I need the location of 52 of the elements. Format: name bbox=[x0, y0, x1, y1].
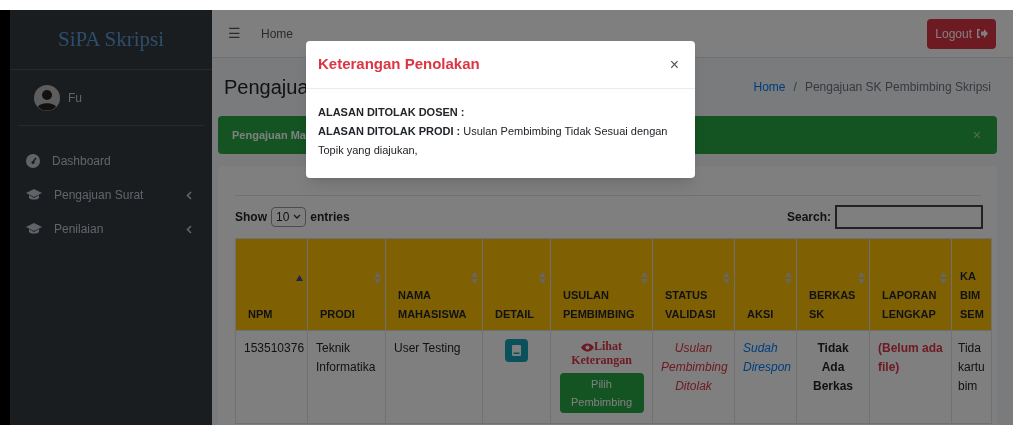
modal-text: ALASAN DITOLAK PRODI : Usulan Pembimbing Tidak Sesuai dengan Topik yang diajukan, bbox=[318, 124, 669, 158]
book-icon bbox=[512, 345, 521, 356]
column-header[interactable]: STATUS VALIDASI bbox=[652, 238, 735, 331]
home-link[interactable]: Home bbox=[261, 24, 293, 43]
modal-title: Keterangan Penolakan bbox=[318, 54, 480, 75]
logout-button[interactable]: Logout bbox=[927, 18, 996, 49]
sidebar-item[interactable]: Penilaian bbox=[26, 212, 196, 246]
eye-icon bbox=[581, 342, 594, 352]
modal-text: ALASAN DITOLAK DOSEN : bbox=[318, 105, 466, 120]
column-header[interactable]: USULAN PEMBIMBING bbox=[550, 238, 653, 331]
column-header[interactable]: LAPORAN LENGKAP bbox=[869, 238, 952, 331]
choose-supervisor-button[interactable]: Pilih Pembimbing bbox=[559, 373, 644, 413]
graduation-cap-icon bbox=[26, 189, 42, 201]
breadcrumb-current: Pengajuan SK Pembimbing Skripsi bbox=[804, 79, 991, 96]
close-button[interactable]: × bbox=[972, 124, 981, 146]
page-size-select[interactable]: 10 bbox=[271, 207, 307, 227]
column-header[interactable]: NPM bbox=[235, 238, 308, 331]
dashboard-gauge-icon bbox=[26, 154, 40, 168]
menu-icon[interactable]: ☰ bbox=[228, 23, 241, 44]
user-name[interactable]: Fu bbox=[68, 88, 82, 107]
table-cell-text: Tida kartu bim bbox=[958, 340, 986, 395]
column-header[interactable]: PRODI bbox=[307, 238, 386, 331]
column-header[interactable]: AKSI bbox=[734, 238, 797, 331]
status-text: Usulan Pembimbing Ditolak bbox=[661, 341, 728, 393]
column-header[interactable]: DETAIL bbox=[482, 238, 551, 331]
detail-button[interactable] bbox=[505, 339, 528, 362]
breadcrumb-separator: / bbox=[793, 79, 797, 96]
table-cell: (Belum ada file) bbox=[878, 341, 943, 374]
show-label: Show bbox=[235, 209, 267, 226]
table-cell: Tidak Ada Berkas bbox=[813, 341, 853, 393]
search-label: Search: bbox=[786, 209, 831, 226]
breadcrumb-link[interactable]: Home bbox=[753, 78, 786, 96]
column-header[interactable]: KA BIM SEM bbox=[951, 238, 992, 331]
user-avatar-icon bbox=[34, 84, 60, 111]
chevron-icon bbox=[293, 214, 302, 220]
page-title: Pengajua bbox=[224, 75, 309, 100]
entries-label: entries bbox=[310, 209, 350, 226]
sidebar-item[interactable]: Pengajuan Surat bbox=[26, 178, 196, 212]
status-text: Sudah Direspon bbox=[743, 341, 792, 374]
column-header[interactable]: BERKAS SK bbox=[796, 238, 870, 331]
view-reason-link[interactable]: Lihat Keterangan bbox=[559, 339, 644, 367]
search-field[interactable] bbox=[835, 205, 983, 229]
table-cell: User Testing bbox=[394, 341, 461, 355]
column-header[interactable]: NAMA MAHASISWA bbox=[385, 238, 483, 331]
table-cell: Teknik Informatika bbox=[316, 341, 376, 374]
table-cell: 153510376 bbox=[244, 341, 305, 355]
brand-title[interactable]: SiPA Skripsi bbox=[57, 23, 164, 56]
graduation-cap-icon bbox=[26, 223, 42, 235]
close-button[interactable]: × bbox=[669, 52, 683, 77]
sidebar-item[interactable]: Dashboard bbox=[26, 144, 196, 178]
logout-icon bbox=[976, 28, 988, 39]
alert-message: Pengajuan Ma bbox=[232, 127, 306, 143]
